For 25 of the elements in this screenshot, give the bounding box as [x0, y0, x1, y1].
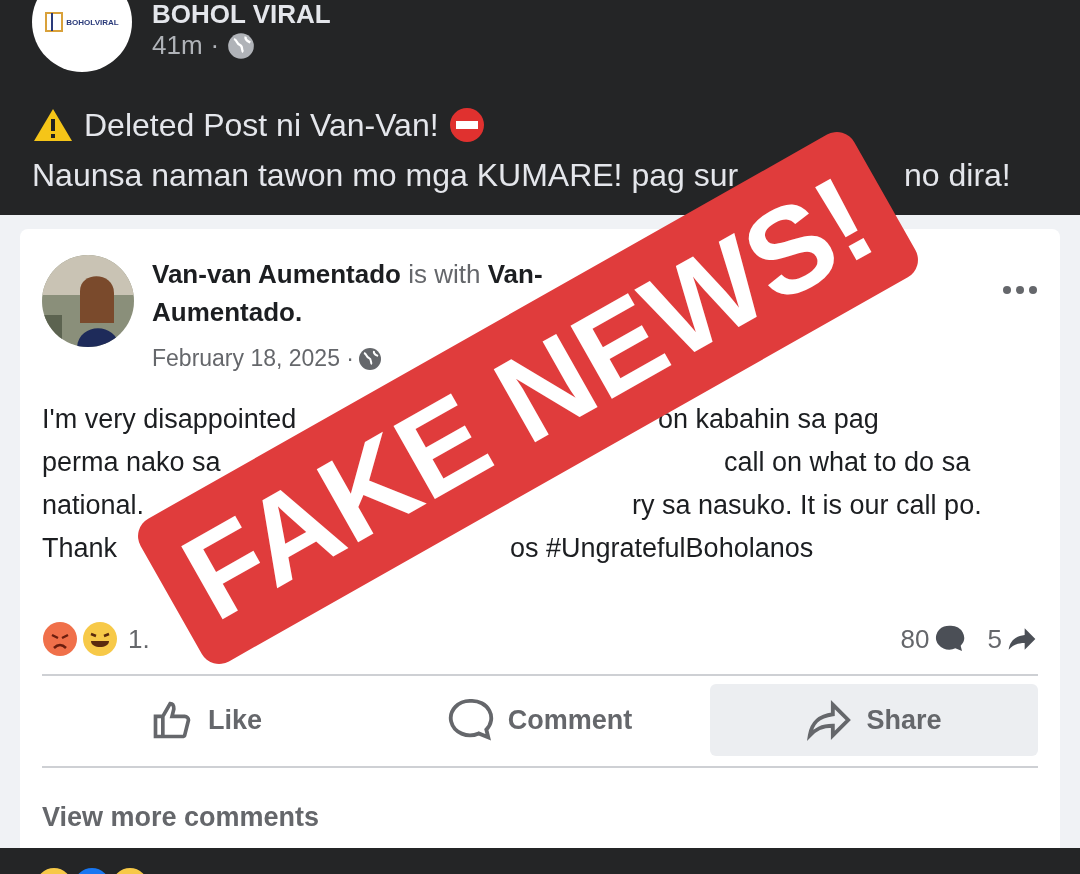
globe-icon	[227, 31, 256, 60]
reaction-count[interactable]: 1.	[128, 623, 150, 655]
warning-icon	[32, 107, 74, 143]
speech-bubble-icon	[447, 697, 494, 743]
separator: ·	[210, 30, 220, 61]
view-more-comments-link[interactable]: View more comments	[42, 802, 320, 833]
share-count[interactable]: 5	[987, 623, 1002, 655]
more-options-icon[interactable]	[1002, 285, 1038, 295]
post-action-button[interactable]: Comment	[376, 684, 704, 756]
tagged-name[interactable]: Aumentado.	[152, 297, 303, 327]
angry-emoji-icon	[42, 621, 78, 657]
page-logo[interactable]: BOHOLVIRAL	[32, 0, 132, 72]
globe-icon	[358, 346, 382, 371]
post-action-button[interactable]: Share	[710, 684, 1038, 756]
post-text: os #UngratefulBoholanos	[510, 532, 815, 565]
logo-text: BOHOLVIRAL	[66, 17, 119, 27]
door-icon	[45, 12, 64, 32]
with-text: is with	[408, 259, 481, 289]
author-name[interactable]: Van-van Aumentado	[152, 259, 401, 289]
post-action-button[interactable]: Like	[42, 684, 370, 756]
post-date: February 18, 2025 ·	[152, 345, 354, 372]
laughing-emoji-icon	[82, 621, 118, 657]
post-time: 41m	[152, 30, 203, 61]
page-name[interactable]: BOHOL VIRAL	[152, 0, 331, 28]
no-entry-icon	[448, 107, 485, 143]
